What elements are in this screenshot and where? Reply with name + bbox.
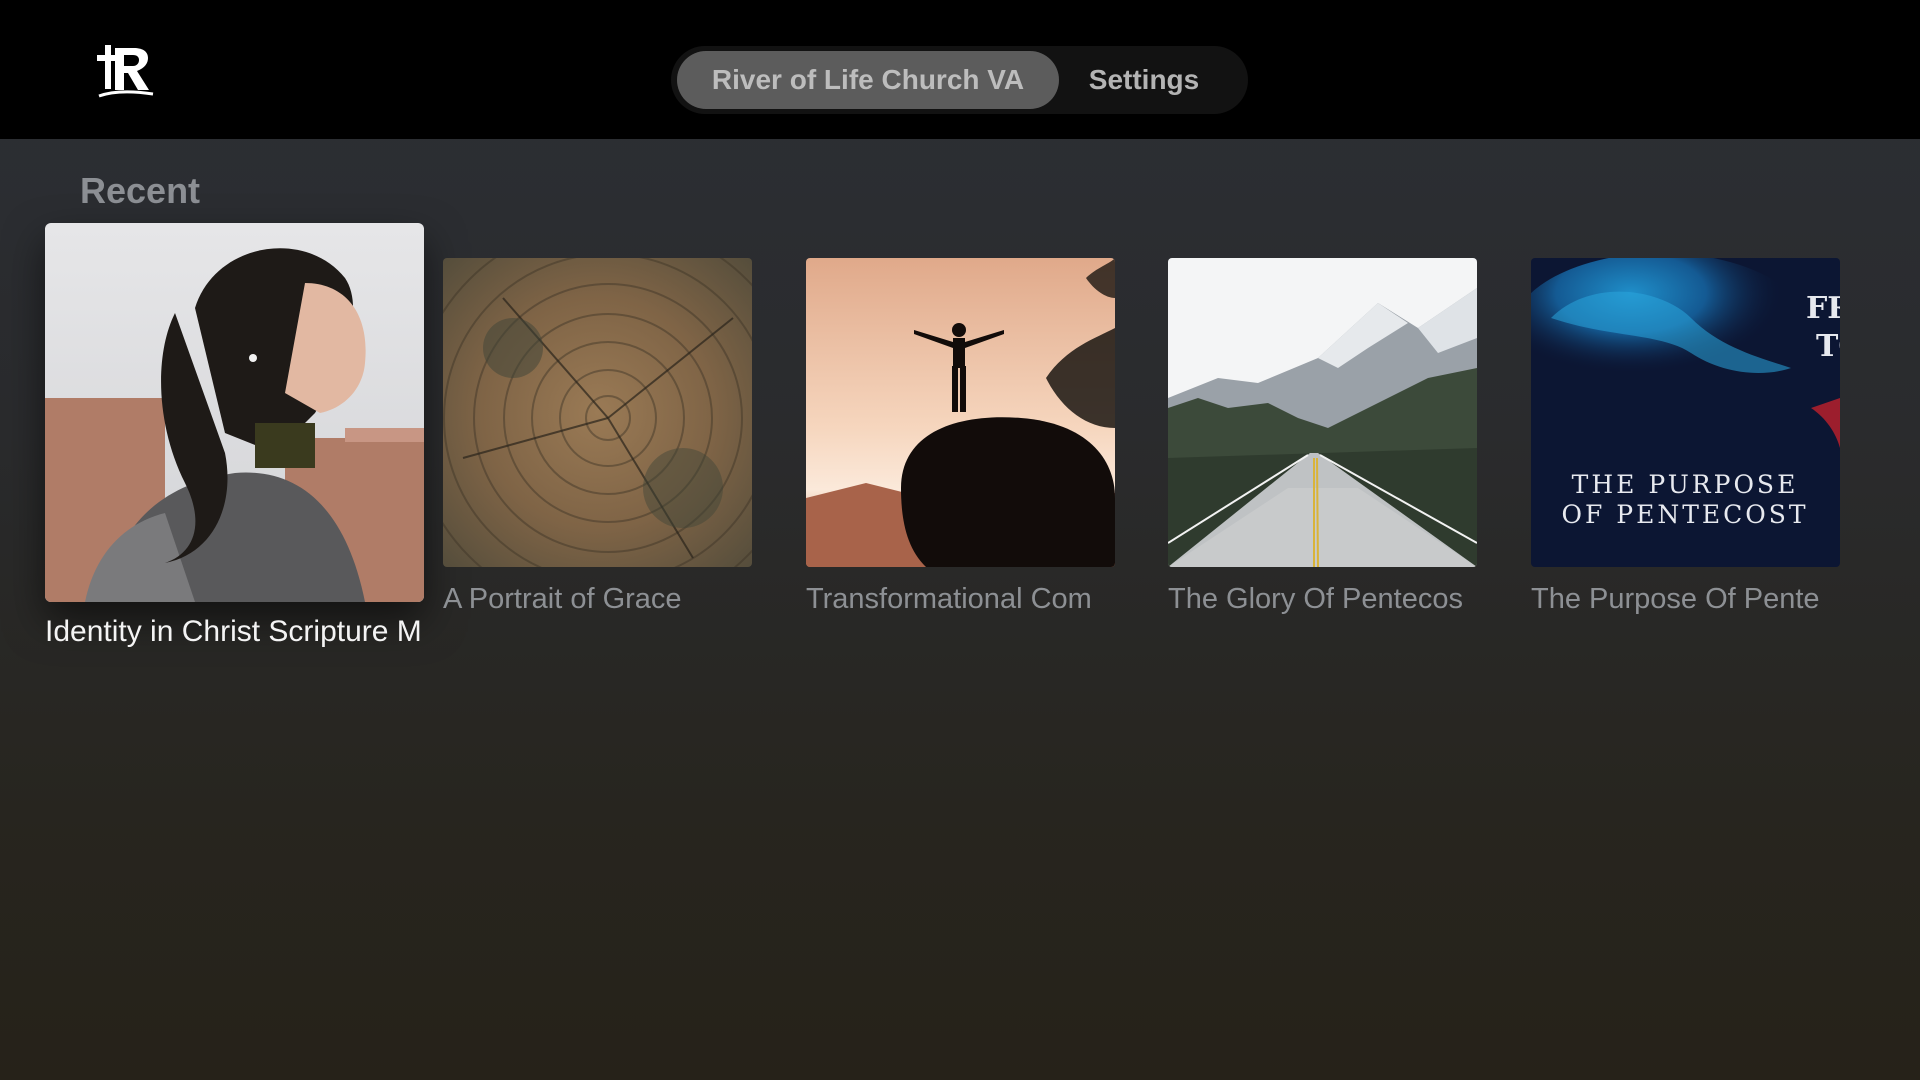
- svg-text:FR: FR: [1806, 291, 1840, 326]
- recent-item-title: Identity in Christ Scripture M: [45, 615, 422, 648]
- artwork-title-line-1: THE PURPOSE: [1572, 470, 1799, 499]
- artwork-title-line-2: OF PENTECOST: [1561, 500, 1808, 529]
- river-of-life-logo-icon: [93, 42, 157, 100]
- tab-bar: River of Life Church VA Settings: [671, 46, 1248, 114]
- tab-river-of-life-church-va[interactable]: River of Life Church VA: [677, 51, 1059, 109]
- svg-text:TO: TO: [1816, 329, 1840, 364]
- woman-profile-thumbnail: [45, 223, 424, 602]
- recent-section-title: Recent: [80, 170, 201, 211]
- app-screen: River of Life Church VA Settings Recent: [0, 0, 1920, 1080]
- tree-rings-thumbnail: [443, 258, 752, 567]
- blue-smoke-artwork-thumbnail: FR TO THE PURPOSE OF PENTECOST: [1531, 258, 1840, 567]
- mountain-road-thumbnail: [1168, 258, 1477, 567]
- recent-item-title: The Glory Of Pentecos: [1168, 583, 1463, 615]
- silhouette-on-rock-thumbnail: [806, 258, 1115, 567]
- tab-settings[interactable]: Settings: [1071, 51, 1217, 109]
- recent-item-title: A Portrait of Grace: [443, 583, 682, 615]
- top-navigation-bar: River of Life Church VA Settings: [0, 0, 1920, 139]
- recent-item-title: Transformational Com: [806, 583, 1092, 615]
- recent-item-title: The Purpose Of Pente: [1531, 583, 1820, 615]
